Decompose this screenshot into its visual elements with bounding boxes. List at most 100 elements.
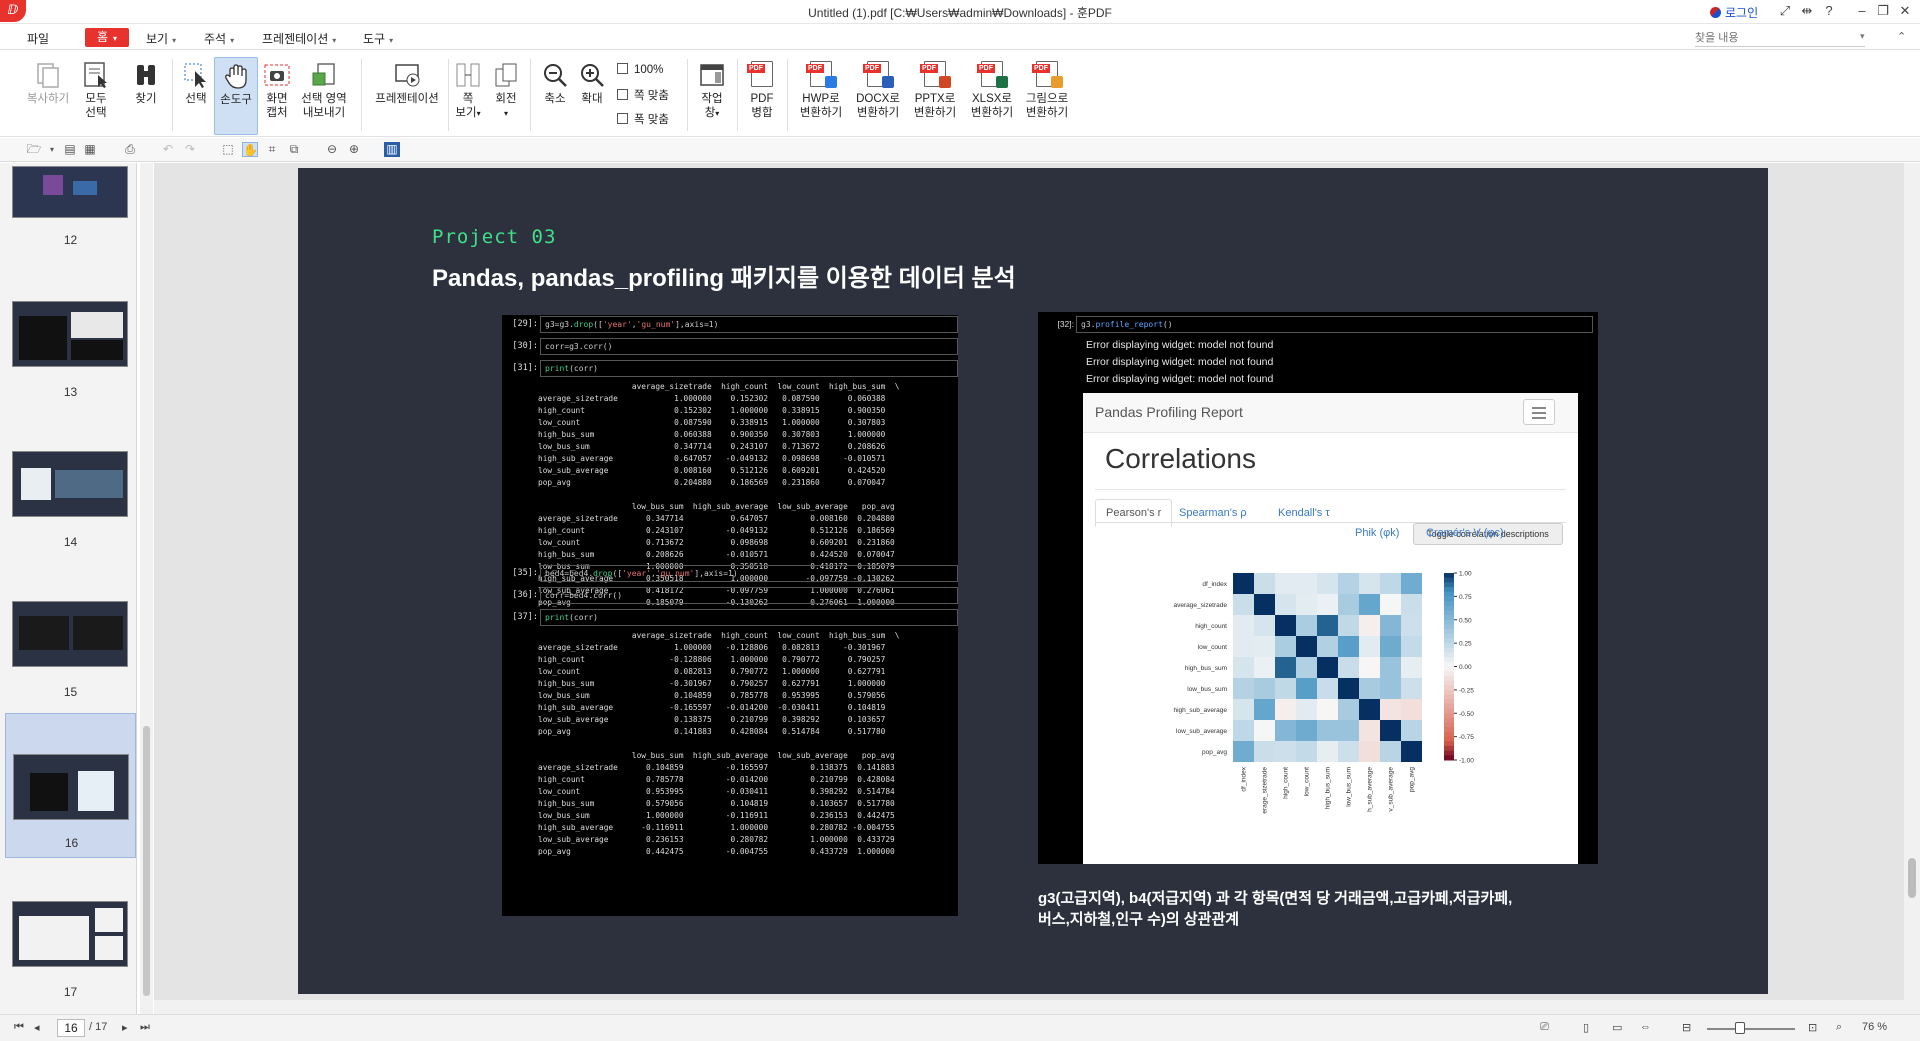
heatmap-cell bbox=[1275, 699, 1296, 720]
page-number-input[interactable]: 16 bbox=[57, 1019, 85, 1037]
restore-icon[interactable]: ❐ bbox=[1874, 3, 1892, 19]
collapse-ribbon-icon[interactable]: ⌃ bbox=[1897, 30, 1906, 43]
undo-icon[interactable]: ↶ bbox=[160, 142, 176, 157]
first-page-icon[interactable]: ⏮ bbox=[14, 1021, 24, 1034]
rotate-button[interactable]: 회전 ▾ bbox=[490, 57, 522, 135]
chevron-down-icon[interactable]: ▾ bbox=[1860, 31, 1865, 42]
thumbnail-scrollbar[interactable] bbox=[140, 163, 153, 1014]
convert-xlsx-button[interactable]: PDF XLSX로 변환하기 bbox=[966, 57, 1018, 135]
menu-home-label: 홈 bbox=[96, 30, 109, 44]
zoom-100-button[interactable]: 100% bbox=[617, 63, 663, 76]
horizontal-scrollbar[interactable] bbox=[154, 1000, 1904, 1014]
customize-toolbar-icon[interactable]: ▥ bbox=[384, 142, 400, 157]
fit-width-button[interactable]: 폭 맞춤 bbox=[617, 111, 669, 127]
fit-width-small-icon[interactable]: ⇔ bbox=[1640, 1021, 1651, 1033]
find-button[interactable]: 찾기 bbox=[128, 57, 164, 135]
menu-tools[interactable]: 도구 ▾ bbox=[363, 30, 393, 47]
thumbnail-page-16[interactable]: 16 bbox=[5, 713, 136, 858]
hand-label: 손도구 bbox=[220, 94, 252, 106]
pdf-merge-button[interactable]: PDF PDF 병합 bbox=[744, 57, 780, 135]
fit-page-button[interactable]: 쪽 맞춤 bbox=[617, 87, 669, 103]
report-navbar: Pandas Profiling Report bbox=[1083, 393, 1578, 433]
menu-file[interactable]: 파일 bbox=[27, 30, 49, 47]
save-all-icon[interactable]: ▦ bbox=[82, 142, 98, 157]
last-page-icon[interactable]: ⏭ bbox=[140, 1021, 150, 1034]
comment-icon[interactable]: ⎚ bbox=[1540, 1021, 1549, 1034]
search-input[interactable] bbox=[1695, 30, 1865, 47]
heatmap-cell bbox=[1359, 657, 1380, 678]
fit-page-small-icon[interactable]: ⊡ bbox=[1808, 1021, 1817, 1034]
prev-page-icon[interactable]: ◂ bbox=[34, 1021, 40, 1034]
open-folder-icon[interactable]: 🗁 bbox=[26, 142, 42, 157]
heatmap-cell bbox=[1275, 678, 1296, 699]
col-tick-label: h_sub_average bbox=[1367, 767, 1374, 812]
zoom-in-small-icon[interactable]: ⊕ bbox=[346, 142, 362, 157]
hand-tool-button[interactable]: 손도구 bbox=[214, 57, 258, 135]
window-button[interactable]: 작업 창▾ bbox=[694, 57, 730, 135]
copy-icon bbox=[34, 61, 62, 89]
col-tick-label: high_bus_sum bbox=[1325, 767, 1332, 809]
scrollbar-thumb[interactable] bbox=[143, 726, 150, 996]
tab-spearman: Spearman's ρ bbox=[1179, 507, 1247, 519]
presentation-button[interactable]: 프레젠테이션 bbox=[370, 57, 444, 135]
scrollbar-thumb[interactable] bbox=[1908, 858, 1916, 898]
thumbnail-page-17[interactable]: 17 bbox=[5, 901, 136, 1001]
menu-view[interactable]: 보기 ▾ bbox=[146, 30, 176, 47]
thumbnail-page-13[interactable]: 13 bbox=[5, 301, 136, 401]
hand-small-icon[interactable]: ✋ bbox=[242, 142, 258, 157]
continuous-page-icon[interactable]: ▭ bbox=[1612, 1021, 1622, 1034]
zoom-slider-handle[interactable] bbox=[1735, 1022, 1745, 1034]
width-icon[interactable]: ⇹ bbox=[1798, 3, 1816, 19]
screen-capture-button[interactable]: 화면 캡처 bbox=[262, 57, 292, 135]
zoom-in-button[interactable]: 확대 bbox=[574, 57, 610, 135]
binoculars-icon bbox=[132, 61, 160, 89]
expand-icon[interactable]: ⤢ bbox=[1776, 3, 1794, 19]
select-tool-button[interactable]: 선택 bbox=[178, 57, 214, 135]
export-area-button[interactable]: 선택 영역 내보내기 bbox=[298, 57, 350, 135]
heatmap-cell bbox=[1275, 720, 1296, 741]
thumbnail-page-14[interactable]: 14 bbox=[5, 451, 136, 551]
zoom-out-small-icon[interactable]: ⊟ bbox=[1682, 1021, 1691, 1034]
close-icon[interactable]: ✕ bbox=[1896, 3, 1914, 19]
next-page-icon[interactable]: ▸ bbox=[122, 1021, 128, 1034]
page-view-button[interactable]: 쪽 보기▾ bbox=[452, 57, 484, 135]
heatmap-cell bbox=[1380, 678, 1401, 699]
select-cursor-icon[interactable]: ⬚ bbox=[220, 142, 236, 157]
colorbar-segment bbox=[1444, 666, 1454, 672]
capture-small-icon[interactable]: ⌗ bbox=[264, 142, 280, 157]
menu-home[interactable]: 홈 ▾ bbox=[85, 28, 129, 47]
select-all-icon bbox=[82, 61, 110, 89]
convert-hwp-button[interactable]: PDF HWP로 변환하기 bbox=[795, 57, 847, 135]
help-icon[interactable]: ? bbox=[1820, 3, 1838, 18]
login-button[interactable]: 로그인 bbox=[1710, 4, 1758, 21]
menu-annotation[interactable]: 주석 ▾ bbox=[204, 30, 234, 47]
copy-button[interactable]: 복사하기 bbox=[25, 57, 71, 135]
single-page-icon[interactable]: ▯ bbox=[1583, 1021, 1589, 1034]
colorbar-segment bbox=[1444, 661, 1454, 667]
select-all-button[interactable]: 모두 선택 bbox=[78, 57, 114, 135]
to-hwp-label-1: HWP로 bbox=[802, 93, 840, 105]
menu-presentation[interactable]: 프레젠테이션 ▾ bbox=[262, 30, 336, 47]
zoom-icon[interactable]: ⌕ bbox=[1836, 1021, 1842, 1034]
chevron-down-icon: ▾ bbox=[476, 109, 481, 118]
convert-pptx-button[interactable]: PDF PPTX로 변환하기 bbox=[909, 57, 961, 135]
minimize-icon[interactable]: – bbox=[1853, 3, 1871, 18]
chevron-down-icon[interactable]: ▾ bbox=[44, 142, 60, 157]
convert-docx-button[interactable]: PDF DOCX로 변환하기 bbox=[852, 57, 904, 135]
zoom-slider[interactable] bbox=[1707, 1028, 1795, 1030]
zoom-out-button[interactable]: 축소 bbox=[537, 57, 573, 135]
code-function: profile_report bbox=[1095, 320, 1163, 329]
thumbnail-label: 14 bbox=[63, 535, 78, 549]
convert-image-button[interactable]: PDF 그림으로 변환하기 bbox=[1021, 57, 1073, 135]
export-small-icon[interactable]: ⧉ bbox=[286, 142, 302, 157]
thumbnail-page-15[interactable]: 15 bbox=[5, 601, 136, 701]
heatmap-cell bbox=[1317, 636, 1338, 657]
print-icon[interactable]: ⎙ bbox=[122, 142, 138, 157]
redo-icon[interactable]: ↷ bbox=[182, 142, 198, 157]
vertical-scrollbar[interactable] bbox=[1904, 163, 1920, 1014]
zoom-out-small-icon[interactable]: ⊖ bbox=[324, 142, 340, 157]
row-tick-label: average_sizetrade bbox=[1174, 602, 1228, 609]
code-cell: [30]: corr=g3.corr() bbox=[502, 337, 958, 357]
thumbnail-page-12[interactable]: 12 bbox=[5, 163, 136, 251]
save-icon[interactable]: ▤ bbox=[62, 142, 78, 157]
